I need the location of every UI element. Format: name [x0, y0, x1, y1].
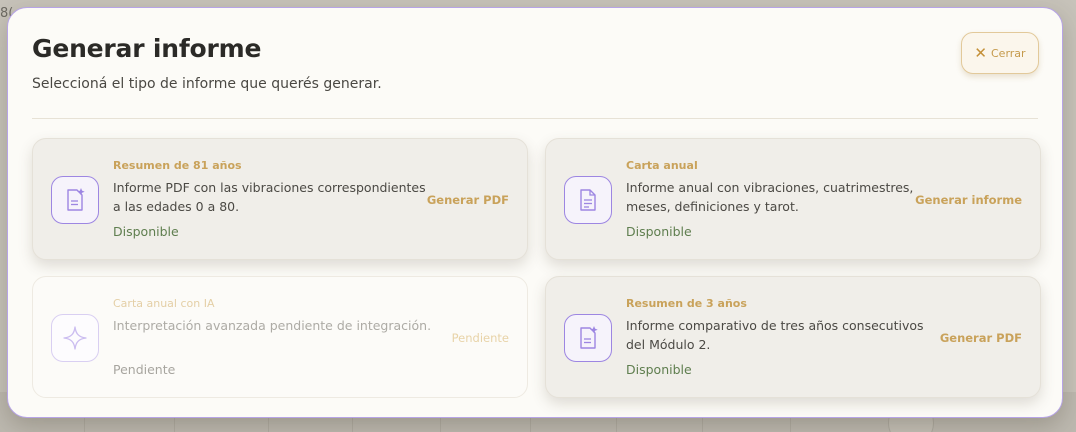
report-card-carta-anual: Carta anual Informe anual con vibracione…: [545, 138, 1041, 260]
card-eyebrow: Carta anual: [626, 159, 698, 172]
document-sparkle-icon: [51, 176, 99, 224]
card-eyebrow: Carta anual con IA: [113, 297, 215, 310]
card-description: Informe PDF con las vibraciones correspo…: [113, 180, 426, 214]
header-divider: [32, 118, 1038, 119]
card-description: Informe comparativo de tres años consecu…: [626, 318, 924, 352]
card-description: Interpretación avanzada pendiente de int…: [113, 318, 432, 333]
generate-report-button[interactable]: Generar informe: [915, 193, 1022, 207]
card-eyebrow: Resumen de 81 años: [113, 159, 242, 172]
pending-button: Pendiente: [451, 331, 509, 345]
report-card-resumen-81: Resumen de 81 años Informe PDF con las v…: [32, 138, 528, 260]
generate-pdf-button[interactable]: Generar PDF: [940, 331, 1022, 345]
generate-report-modal: Generar informe Seleccioná el tipo de in…: [7, 7, 1063, 418]
status-badge: Disponible: [113, 224, 179, 239]
status-badge: Disponible: [626, 224, 692, 239]
status-badge: Pendiente: [113, 362, 176, 377]
generate-pdf-button[interactable]: Generar PDF: [427, 193, 509, 207]
card-eyebrow: Resumen de 3 años: [626, 297, 747, 310]
document-sparkle-icon: [564, 314, 612, 362]
sparkle-icon: [51, 314, 99, 362]
close-button[interactable]: ✕ Cerrar: [961, 32, 1039, 74]
card-description: Informe anual con vibraciones, cuatrimes…: [626, 180, 914, 214]
status-badge: Disponible: [626, 362, 692, 377]
report-card-carta-anual-ia: Carta anual con IA Interpretación avanza…: [32, 276, 528, 398]
report-card-resumen-3: Resumen de 3 años Informe comparativo de…: [545, 276, 1041, 398]
document-icon: [564, 176, 612, 224]
close-button-label: Cerrar: [991, 46, 1026, 60]
modal-title: Generar informe: [32, 34, 262, 63]
modal-subtitle: Seleccioná el tipo de informe que querés…: [32, 76, 382, 92]
close-icon: ✕: [974, 43, 987, 62]
